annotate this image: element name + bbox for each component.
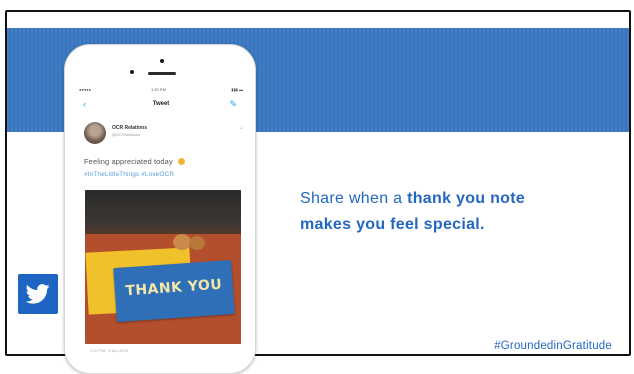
battery-indicator: ▮▮▮ ▬ xyxy=(231,87,243,92)
smile-emoji-icon xyxy=(178,158,185,165)
phone-camera xyxy=(160,59,164,63)
tweet-header: OCR Relations @OCRrelations ⌄ xyxy=(84,122,244,146)
status-bar: ●●●●● 1:20 PM ▮▮▮ ▬ xyxy=(79,87,243,95)
twitter-bird-svg xyxy=(26,284,50,304)
compose-icon[interactable]: ✎ xyxy=(229,99,237,110)
message-bold-1: thank you note xyxy=(407,190,526,207)
photo-cup xyxy=(189,236,205,250)
tweet-menu-caret-icon[interactable]: ⌄ xyxy=(239,124,244,131)
tweet-text-body: Feeling appreciated today xyxy=(84,157,173,166)
tweet-user-handle: @OCRrelations xyxy=(112,132,141,137)
share-message: Share when a thank you note makes you fe… xyxy=(300,186,600,238)
tweet-nav-bar: ‹ Tweet ✎ xyxy=(79,99,243,113)
slide: ●●●●● 1:20 PM ▮▮▮ ▬ ‹ Tweet ✎ OCR Relati… xyxy=(0,0,634,374)
tweet-text: Feeling appreciated today xyxy=(84,157,185,166)
phone-speaker xyxy=(148,72,176,75)
nav-title: Tweet xyxy=(152,101,170,107)
photo-keyboard xyxy=(85,190,241,236)
thank-you-card-text: THANK YOU xyxy=(124,276,223,300)
status-time: 1:20 PM xyxy=(151,87,166,92)
message-prefix: Share when a xyxy=(300,190,408,207)
phone-sensor-dot xyxy=(130,70,134,74)
message-bold-2: makes you feel special. xyxy=(300,216,485,233)
twitter-bird-icon xyxy=(18,274,58,314)
avatar[interactable] xyxy=(84,122,106,144)
footer-hashtag[interactable]: #GroundedinGratitude xyxy=(494,340,612,352)
thank-you-card: THANK YOU xyxy=(113,259,235,323)
tweet-timestamp: 1:20 PM · 9 Apr 2018 xyxy=(90,348,128,353)
signal-indicator: ●●●●● xyxy=(79,87,92,92)
tweet-photo[interactable]: THANK YOU xyxy=(85,190,241,344)
tweet-user-name[interactable]: OCR Relations xyxy=(112,125,147,131)
tweet-hashtags[interactable]: #InTheLittleThings #LoveOCR xyxy=(84,171,174,178)
